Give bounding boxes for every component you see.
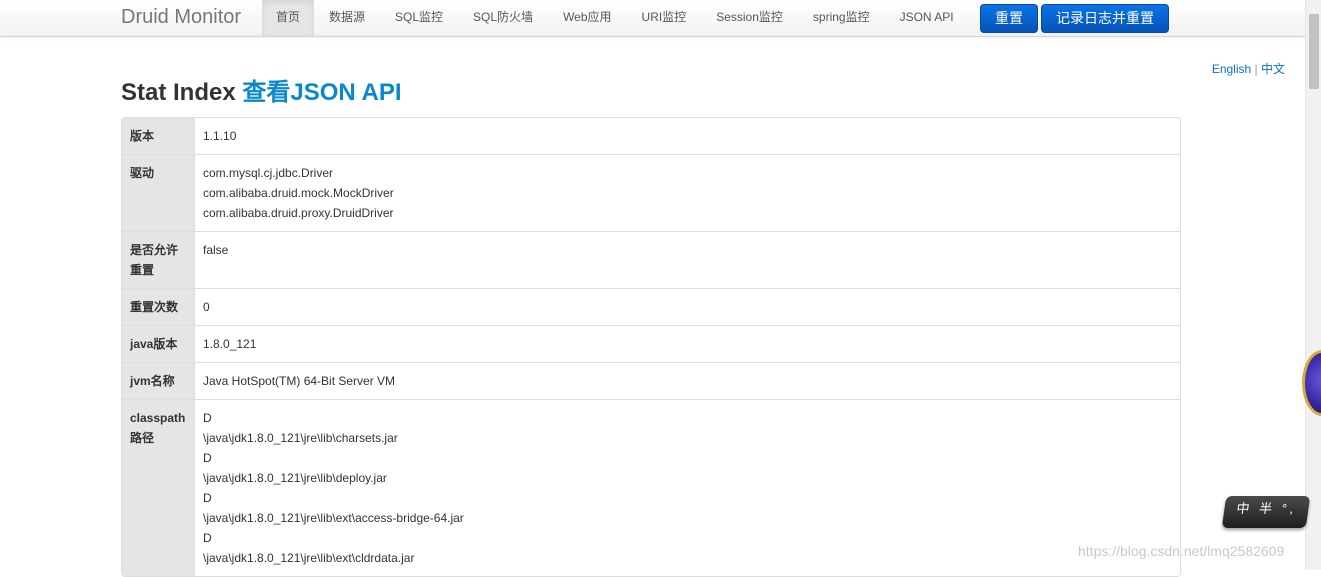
row-value-line: com.alibaba.druid.proxy.DruidDriver xyxy=(203,206,394,220)
row-key: jvm名称 xyxy=(122,362,195,399)
row-value-line: 1.8.0_121 xyxy=(203,337,257,351)
language-switch: English | 中文 xyxy=(1212,60,1285,77)
page-title: Stat Index 查看JSON API xyxy=(121,72,402,107)
lang-separator: | xyxy=(1254,62,1258,76)
nav-wall[interactable]: SQL防火墙 xyxy=(458,0,548,36)
lang-chinese-link[interactable]: 中文 xyxy=(1261,62,1285,76)
table-row: jvm名称 Java HotSpot(TM) 64-Bit Server VM xyxy=(122,362,1180,399)
json-api-link[interactable]: 查看JSON API xyxy=(242,79,401,106)
log-and-reset-button[interactable]: 记录日志并重置 xyxy=(1041,4,1169,33)
nav-json-api[interactable]: JSON API xyxy=(885,0,969,36)
row-key: 驱动 xyxy=(122,154,195,231)
row-value: 1.8.0_121 xyxy=(195,325,1180,362)
row-key: 版本 xyxy=(122,118,195,154)
nav-webapp[interactable]: Web应用 xyxy=(548,0,626,36)
page-title-text: Stat Index xyxy=(121,79,236,106)
table-row: 驱动 com.mysql.cj.jdbc.Driver com.alibaba.dr… xyxy=(122,154,1180,231)
row-value-line: D xyxy=(203,411,212,425)
table-row: java版本 1.8.0_121 xyxy=(122,325,1180,362)
row-value-line: D xyxy=(203,451,212,465)
row-value: 1.1.10 xyxy=(195,118,1180,154)
row-value: Java HotSpot(TM) 64-Bit Server VM xyxy=(195,362,1180,399)
top-navbar: Druid Monitor 首页 数据源 SQL监控 SQL防火墙 Web应用 … xyxy=(0,0,1305,37)
row-key: 是否允许重置 xyxy=(122,231,195,288)
row-value-line: \java\jdk1.8.0_121\jre\lib\deploy.jar xyxy=(203,471,387,485)
table-row: 重置次数 0 xyxy=(122,288,1180,325)
row-value-line: com.alibaba.druid.mock.MockDriver xyxy=(203,186,394,200)
row-value-line: \java\jdk1.8.0_121\jre\lib\ext\access-br… xyxy=(203,511,464,525)
row-value: D \java\jdk1.8.0_121\jre\lib\charsets.jar… xyxy=(195,399,1180,576)
lang-english-link[interactable]: English xyxy=(1212,62,1251,76)
row-value-line: com.mysql.cj.jdbc.Driver xyxy=(203,166,334,180)
nav-menu: 首页 数据源 SQL监控 SQL防火墙 Web应用 URI监控 Session监… xyxy=(262,0,969,37)
stat-table: 版本 1.1.10 驱动 com.mysql.cj.jdbc.Driver com.al… xyxy=(121,117,1181,577)
row-value: false xyxy=(195,231,1180,288)
row-value: com.mysql.cj.jdbc.Driver com.alibaba.drui… xyxy=(195,154,1180,231)
row-key: java版本 xyxy=(122,325,195,362)
row-value-line: \java\jdk1.8.0_121\jre\lib\ext\cldrdata.… xyxy=(203,551,415,565)
vertical-scrollbar[interactable] xyxy=(1305,0,1321,570)
nav-sql[interactable]: SQL监控 xyxy=(380,0,458,36)
row-key: 重置次数 xyxy=(122,288,195,325)
nav-session[interactable]: Session监控 xyxy=(701,0,798,36)
nav-home[interactable]: 首页 xyxy=(262,0,315,36)
nav-uri[interactable]: URI监控 xyxy=(627,0,702,36)
row-value: 0 xyxy=(195,288,1180,325)
row-value-line: \java\jdk1.8.0_121\jre\lib\charsets.jar xyxy=(203,431,398,445)
table-row: 是否允许重置 false xyxy=(122,231,1180,288)
reset-button[interactable]: 重置 xyxy=(980,4,1038,33)
row-value-line: 1.1.10 xyxy=(203,129,237,143)
nav-spring[interactable]: spring监控 xyxy=(798,0,885,36)
brand[interactable]: Druid Monitor xyxy=(121,6,241,29)
row-key: classpath路径 xyxy=(122,399,195,576)
table-row: 版本 1.1.10 xyxy=(122,118,1180,154)
row-value-line: D xyxy=(203,491,212,505)
ime-status-bar[interactable]: 中 半 °, xyxy=(1221,496,1311,528)
row-value-line: D xyxy=(203,531,212,545)
watermark: https://blog.csdn.net/lmq2582609 xyxy=(1078,543,1285,559)
row-value-line: false xyxy=(203,243,229,257)
row-value-line: Java HotSpot(TM) 64-Bit Server VM xyxy=(203,374,396,388)
nav-datasource[interactable]: 数据源 xyxy=(314,0,380,36)
row-value-line: 0 xyxy=(203,300,210,314)
table-row: classpath路径 D \java\jdk1.8.0_121\jre\lib\c… xyxy=(122,399,1180,576)
scrollbar-thumb[interactable] xyxy=(1309,14,1319,89)
